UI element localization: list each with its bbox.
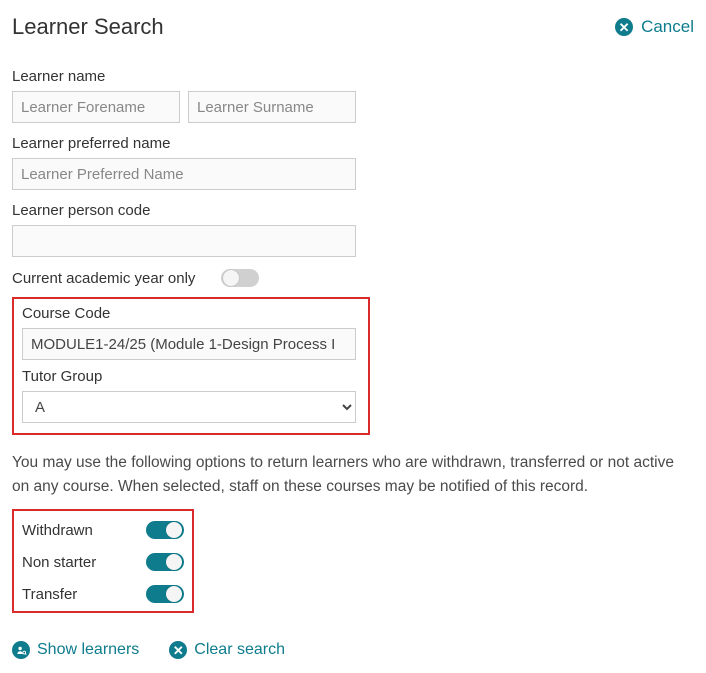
- learner-forename-input[interactable]: [12, 91, 180, 123]
- learner-surname-input[interactable]: [188, 91, 356, 123]
- help-text: You may use the following options to ret…: [12, 451, 694, 499]
- course-filter-box: Course Code Tutor Group A: [12, 297, 370, 435]
- preferred-name-input[interactable]: [12, 158, 356, 190]
- learner-name-label: Learner name: [12, 68, 694, 85]
- clear-search-button[interactable]: ✕ Clear search: [169, 641, 285, 659]
- withdrawn-label: Withdrawn: [22, 522, 93, 539]
- clear-search-label: Clear search: [194, 641, 285, 659]
- transfer-label: Transfer: [22, 586, 77, 603]
- status-filter-box: Withdrawn Non starter Transfer: [12, 509, 194, 613]
- preferred-name-label: Learner preferred name: [12, 135, 694, 152]
- academic-year-toggle[interactable]: [221, 269, 259, 287]
- person-code-label: Learner person code: [12, 202, 694, 219]
- cancel-label: Cancel: [641, 17, 694, 37]
- academic-year-label: Current academic year only: [12, 270, 195, 287]
- non-starter-label: Non starter: [22, 554, 96, 571]
- course-code-input[interactable]: [22, 328, 356, 360]
- non-starter-toggle[interactable]: [146, 553, 184, 571]
- clear-icon: ✕: [169, 641, 187, 659]
- withdrawn-toggle[interactable]: [146, 521, 184, 539]
- search-user-icon: [12, 641, 30, 659]
- person-code-input[interactable]: [12, 225, 356, 257]
- show-learners-button[interactable]: Show learners: [12, 641, 139, 659]
- page-title: Learner Search: [12, 14, 164, 40]
- show-learners-label: Show learners: [37, 641, 139, 659]
- tutor-group-select[interactable]: A: [22, 391, 356, 423]
- course-code-label: Course Code: [22, 305, 360, 322]
- transfer-toggle[interactable]: [146, 585, 184, 603]
- tutor-group-label: Tutor Group: [22, 368, 360, 385]
- cancel-button[interactable]: ✕ Cancel: [615, 17, 694, 37]
- close-icon: ✕: [615, 18, 633, 36]
